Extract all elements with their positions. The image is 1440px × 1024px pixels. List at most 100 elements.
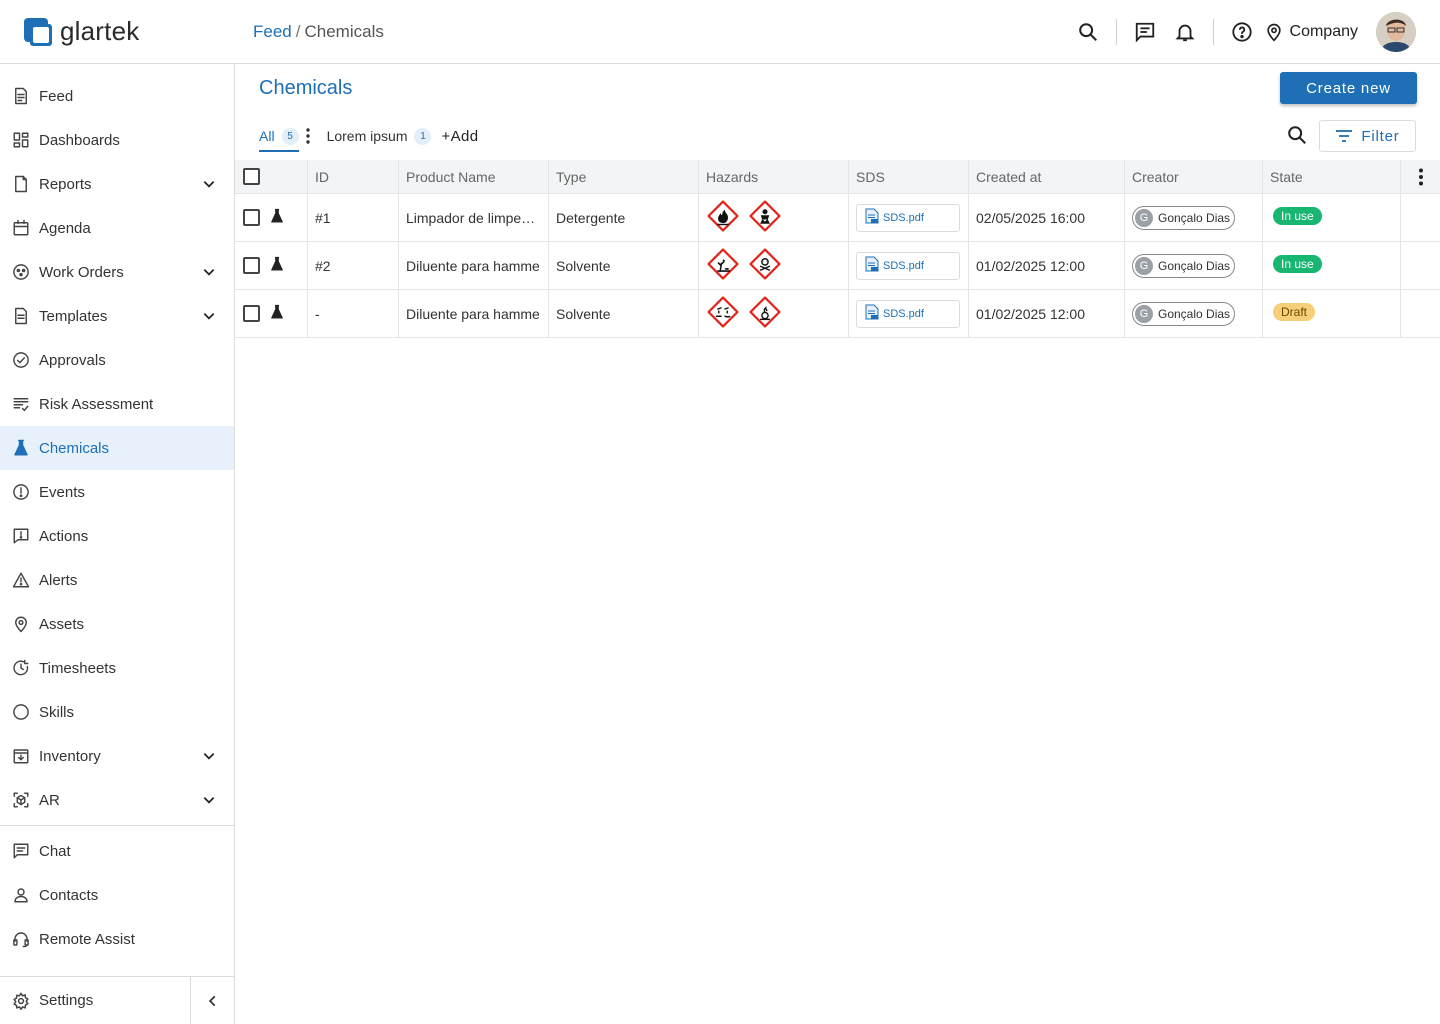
sidebar-item-label: Chat (39, 842, 71, 860)
sidebar-item-label: Skills (39, 703, 75, 721)
column-header-hazards[interactable]: Hazards (699, 160, 849, 193)
sidebar-item-templates[interactable]: Templates (0, 294, 234, 338)
dashboard-icon (12, 131, 30, 149)
sidebar-item-actions[interactable]: Actions (0, 514, 234, 558)
row-checkbox[interactable] (243, 257, 260, 274)
column-header-creator[interactable]: Creator (1125, 160, 1263, 193)
brand-logo[interactable]: glartek (24, 16, 139, 47)
sidebar-item-approvals[interactable]: Approvals (0, 338, 234, 382)
chevron-down-icon[interactable] (202, 265, 216, 283)
sidebar-item-inventory[interactable]: Inventory (0, 734, 234, 778)
exclamation-circle-icon (12, 483, 30, 501)
sidebar-item-chat[interactable]: Chat (0, 829, 234, 873)
chevron-down-icon[interactable] (202, 749, 216, 767)
header-divider (1115, 19, 1117, 45)
sidebar-item-label: Alerts (39, 571, 78, 589)
ar-icon (12, 791, 30, 809)
search-icon[interactable] (1068, 12, 1108, 52)
column-header-type[interactable]: Type (549, 160, 699, 193)
sidebar-item-assets[interactable]: Assets (0, 602, 234, 646)
tab-count-badge: 5 (281, 127, 299, 145)
cell-state: In use (1263, 242, 1401, 289)
table-search-icon[interactable] (1284, 122, 1310, 148)
notification-bell-icon[interactable] (1165, 12, 1205, 52)
flask-icon (269, 208, 285, 227)
chevron-down-icon[interactable] (202, 793, 216, 811)
row-select-cell (235, 242, 308, 289)
column-header-product-name[interactable]: Product Name (399, 160, 549, 193)
tab-more-icon[interactable] (305, 128, 311, 144)
create-new-button[interactable]: Create new (1280, 72, 1417, 104)
cell-product-name[interactable]: Limpador de limpe… (399, 194, 549, 241)
tab-lorem-ipsum[interactable]: Lorem ipsum 1 (327, 120, 432, 152)
chevron-down-icon[interactable] (202, 309, 216, 327)
column-header-created-at[interactable]: Created at (969, 160, 1125, 193)
sidebar-item-reports[interactable]: Reports (0, 162, 234, 206)
filter-button[interactable]: Filter (1319, 120, 1416, 152)
cell-creator: G Gonçalo Dias (1125, 194, 1263, 241)
sidebar-item-chemicals[interactable]: Chemicals (0, 426, 234, 470)
creator-chip[interactable]: G Gonçalo Dias (1132, 205, 1236, 230)
sidebar-item-timesheets[interactable]: Timesheets (0, 646, 234, 690)
sds-filename: SDS.pdf (883, 259, 924, 272)
status-badge: In use (1273, 207, 1322, 225)
sidebar-item-label: Agenda (39, 219, 91, 237)
product-name-text: Limpador de limpe… (406, 209, 536, 226)
row-checkbox[interactable] (243, 209, 260, 226)
column-options-icon[interactable] (1401, 160, 1440, 193)
chevron-down-icon[interactable] (202, 177, 216, 195)
sidebar-item-settings[interactable]: Settings (0, 977, 191, 1024)
pdf-file-icon (865, 208, 879, 227)
company-selector[interactable]: Company (1264, 21, 1358, 43)
cell-hazards (699, 242, 849, 289)
sidebar-item-alerts[interactable]: Alerts (0, 558, 234, 602)
cell-product-name[interactable]: Diluente para hamme (399, 290, 549, 337)
sidebar-item-label: Events (39, 483, 85, 501)
tab-all[interactable]: All 5 (259, 120, 299, 152)
row-spacer (1401, 290, 1440, 337)
sidebar-item-dashboards[interactable]: Dashboards (0, 118, 234, 162)
check-circle-icon (12, 351, 30, 369)
row-checkbox[interactable] (243, 305, 260, 322)
collapse-sidebar-button[interactable] (191, 977, 234, 1024)
sds-file-link[interactable]: SDS.pdf (856, 299, 960, 328)
sds-file-link[interactable]: SDS.pdf (856, 251, 960, 280)
table-row[interactable]: - Diluente para hamme Solvente SDS.pdf 01/02… (235, 290, 1440, 338)
sidebar-item-work-orders[interactable]: Work Orders (0, 250, 234, 294)
sidebar-item-events[interactable]: Events (0, 470, 234, 514)
cell-state: Draft (1263, 290, 1401, 337)
pdf-file-icon (865, 304, 879, 323)
chat-icon[interactable] (1125, 12, 1165, 52)
header-actions: Company (1068, 12, 1416, 52)
person-icon (12, 886, 30, 904)
sidebar-item-contacts[interactable]: Contacts (0, 873, 234, 917)
sidebar-item-feed[interactable]: Feed (0, 74, 234, 118)
add-view-button[interactable]: +Add (441, 128, 478, 145)
table-row[interactable]: #2 Diluente para hamme Solvente SDS.pdf 01/0… (235, 242, 1440, 290)
creator-chip[interactable]: G Gonçalo Dias (1132, 301, 1236, 326)
table-row[interactable]: #1 Limpador de limpe… Detergente SDS.pdf 02/… (235, 194, 1440, 242)
row-select-cell (235, 194, 308, 241)
logo-mark-icon (24, 17, 52, 46)
user-avatar[interactable] (1376, 12, 1416, 52)
breadcrumb-feed-link[interactable]: Feed (253, 22, 292, 41)
select-all-checkbox[interactable] (243, 168, 260, 185)
sidebar-item-remote-assist[interactable]: Remote Assist (0, 917, 234, 961)
sidebar-item-label: Chemicals (39, 439, 110, 457)
checklist-icon (12, 395, 30, 413)
sds-filename: SDS.pdf (883, 211, 924, 224)
column-header-state[interactable]: State (1263, 160, 1401, 193)
creator-chip[interactable]: G Gonçalo Dias (1132, 253, 1236, 278)
cell-type: Solvente (549, 242, 699, 289)
cell-product-name[interactable]: Diluente para hamme (399, 242, 549, 289)
chemicals-table: ID Product Name Type Hazards SDS Created… (235, 160, 1440, 338)
sds-file-link[interactable]: SDS.pdf (856, 203, 960, 232)
help-icon[interactable] (1222, 12, 1262, 52)
sidebar-item-agenda[interactable]: Agenda (0, 206, 234, 250)
sidebar-item-risk-assessment[interactable]: Risk Assessment (0, 382, 234, 426)
chat-icon (12, 842, 30, 860)
sidebar-item-skills[interactable]: Skills (0, 690, 234, 734)
column-header-sds[interactable]: SDS (849, 160, 969, 193)
column-header-id[interactable]: ID (308, 160, 399, 193)
sidebar-item-ar[interactable]: AR (0, 778, 234, 822)
